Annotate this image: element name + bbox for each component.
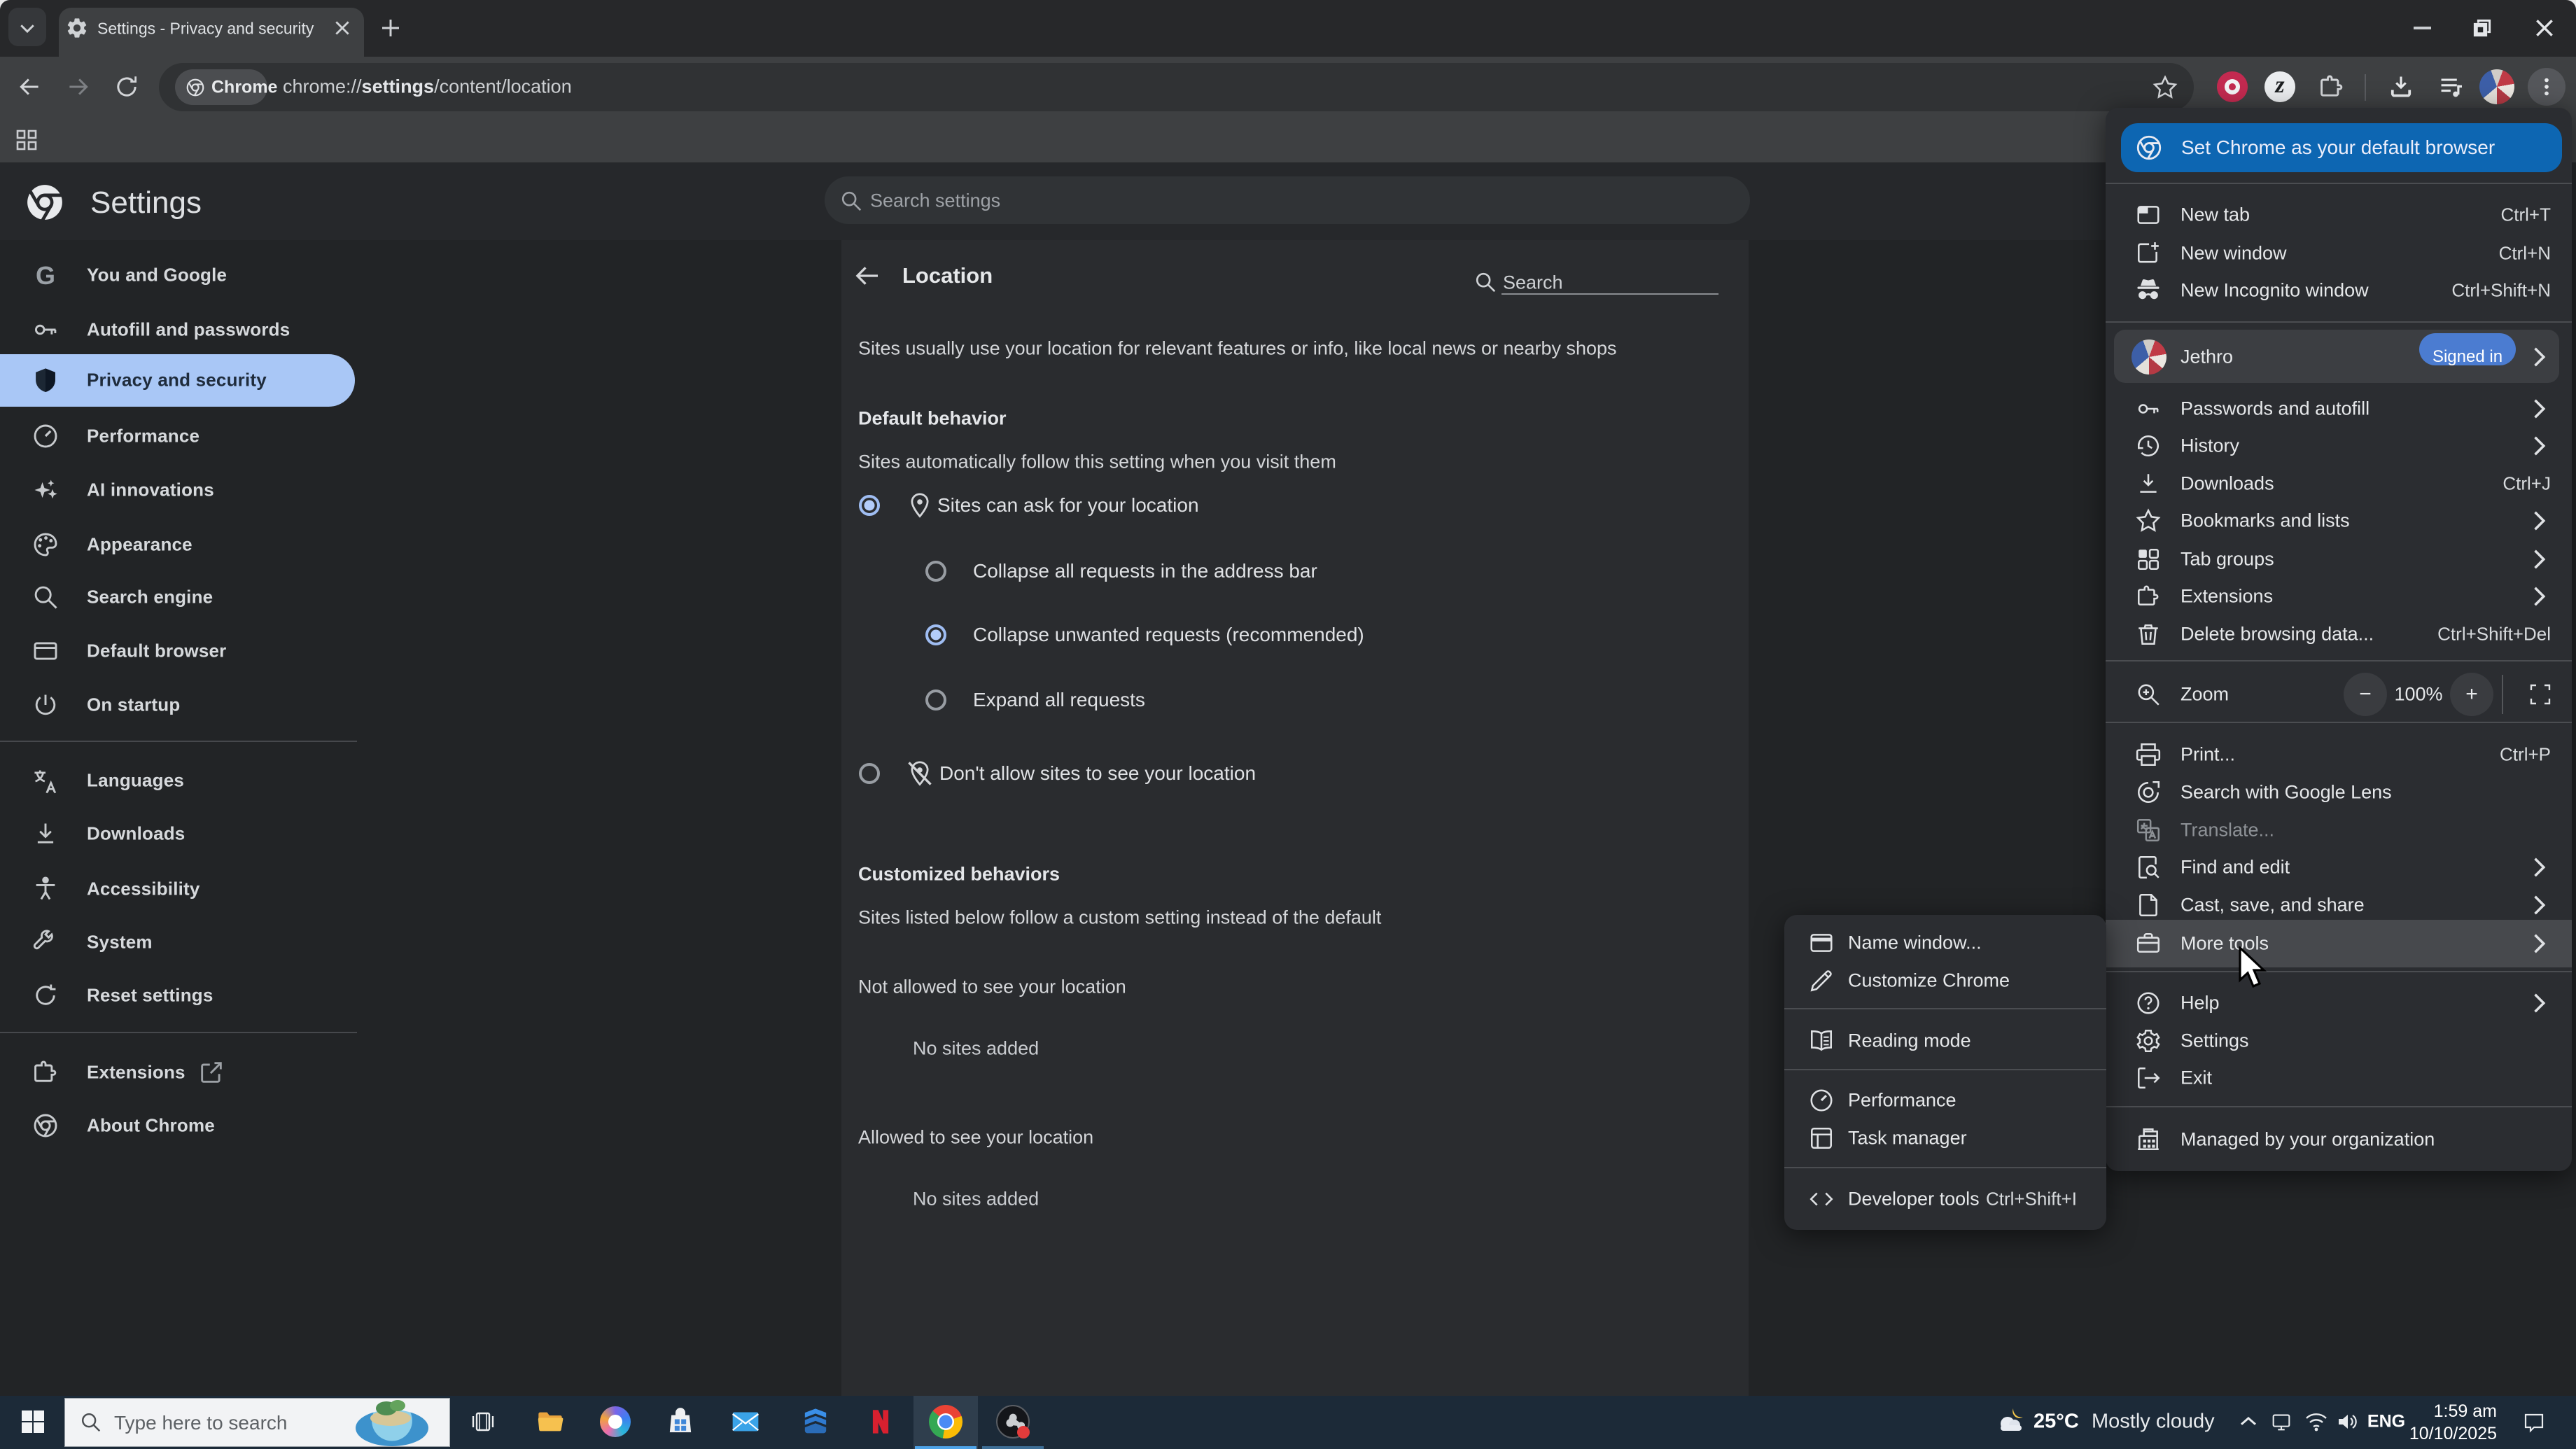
svg-text:G: G: [36, 261, 55, 289]
